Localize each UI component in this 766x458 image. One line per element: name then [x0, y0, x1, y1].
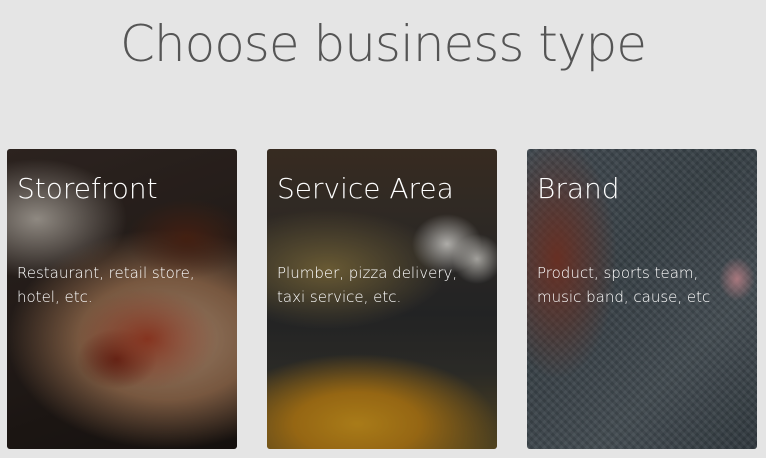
brand-card-description: Product, sports team, music band, cause,…	[537, 261, 747, 309]
storefront-card[interactable]: Storefront Restaurant, retail store, hot…	[7, 149, 237, 449]
brand-desc-line: music band, cause, etc	[537, 288, 711, 306]
storefront-card-title: Storefront	[17, 172, 158, 205]
service-area-card[interactable]: Service Area Plumber, pizza delivery, ta…	[267, 149, 497, 449]
storefront-card-description: Restaurant, retail store, hotel, etc.	[17, 261, 227, 309]
storefront-desc-line: hotel, etc.	[17, 288, 93, 306]
storefront-desc-line: Restaurant, retail store,	[17, 264, 195, 282]
brand-card-title: Brand	[537, 172, 620, 205]
service-area-card-description: Plumber, pizza delivery, taxi service, e…	[277, 261, 487, 309]
brand-card[interactable]: Brand Product, sports team, music band, …	[527, 149, 757, 449]
service-area-desc-line: Plumber, pizza delivery,	[277, 264, 458, 282]
service-area-card-title: Service Area	[277, 172, 454, 205]
brand-desc-line: Product, sports team,	[537, 264, 699, 282]
service-area-desc-line: taxi service, etc.	[277, 288, 402, 306]
page-title: Choose business type	[120, 15, 647, 73]
business-type-page: Choose business type Storefront Restaura…	[0, 0, 766, 458]
